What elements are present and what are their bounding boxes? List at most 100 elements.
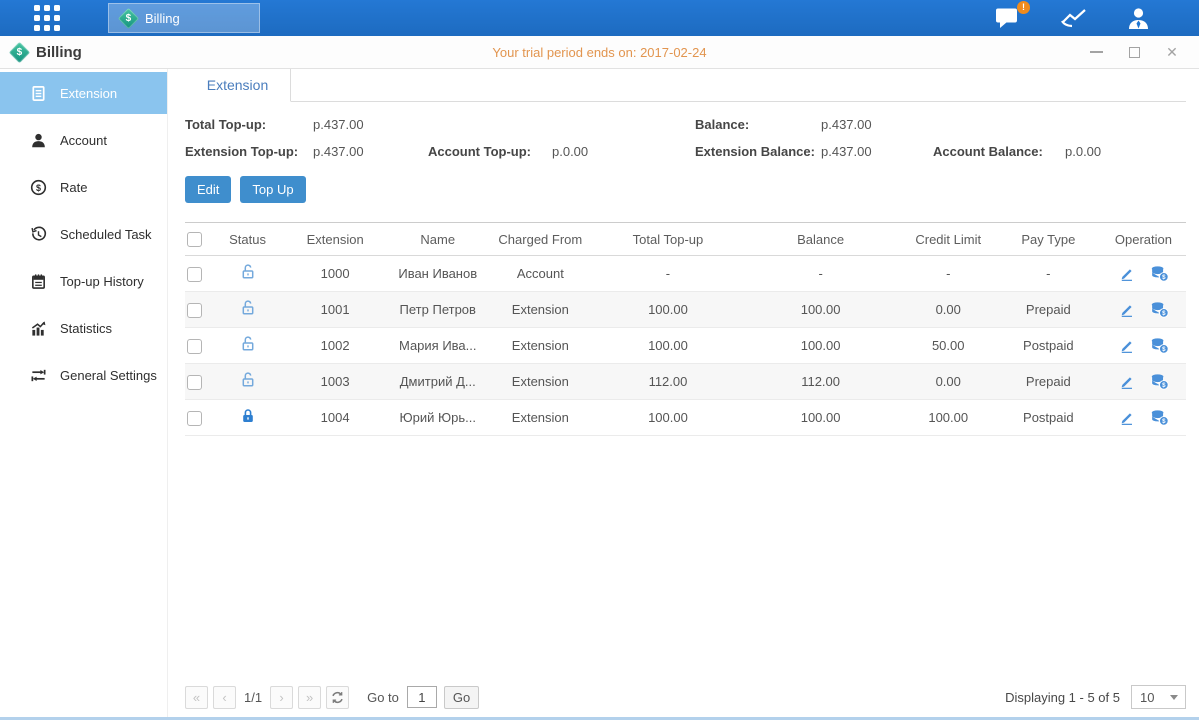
main-content: Extension Total Top-up: p.437.00 Extensi… [168, 69, 1199, 717]
edit-pencil-icon[interactable] [1118, 301, 1135, 318]
go-button[interactable]: Go [444, 686, 479, 709]
sidebar-item-label: Scheduled Task [60, 227, 152, 242]
navbar-right-icons: ! [995, 7, 1199, 30]
pagination-bar: « ‹ 1/1 › » Go to Go Displaying 1 - 5 of… [185, 684, 1186, 710]
topup-coins-icon[interactable]: $ [1150, 265, 1169, 282]
taskbar-tab-billing[interactable]: $ Billing [108, 3, 260, 33]
app-title: Billing [36, 44, 82, 61]
cell-extension: 1001 [280, 292, 390, 328]
total-topup-label: Total Top-up: [185, 117, 313, 132]
apps-grid-icon[interactable] [34, 5, 64, 31]
billing-app-window: $ Billing ! $ Billing Your trial period … [0, 0, 1199, 720]
notification-badge: ! [1017, 1, 1030, 14]
row-checkbox[interactable] [187, 267, 202, 282]
page-indicator: 1/1 [244, 690, 262, 705]
header-balance: Balance [741, 223, 901, 256]
edit-pencil-icon[interactable] [1118, 265, 1135, 282]
close-button[interactable]: ✕ [1165, 45, 1179, 59]
status-unlocked-icon [239, 335, 257, 353]
titlebar-left: $ Billing [0, 44, 82, 61]
topup-coins-icon[interactable]: $ [1150, 409, 1169, 426]
minimize-button[interactable] [1089, 45, 1103, 59]
account-balance-label: Account Balance: [933, 144, 1065, 159]
edit-pencil-icon[interactable] [1118, 337, 1135, 354]
svg-text:$: $ [1162, 310, 1166, 317]
extension-balance-value: p.437.00 [821, 144, 933, 159]
svg-text:$: $ [1162, 418, 1166, 425]
header-extension: Extension [280, 223, 390, 256]
sidebar-item-rate[interactable]: $ Rate [0, 166, 167, 208]
refresh-button[interactable] [326, 686, 349, 709]
topup-coins-icon[interactable]: $ [1150, 301, 1169, 318]
next-page-button[interactable]: › [270, 686, 293, 709]
header-charged-from: Charged From [485, 223, 595, 256]
chat-icon[interactable]: ! [995, 7, 1022, 30]
account-topup-label: Account Top-up: [428, 144, 552, 159]
last-page-button[interactable]: » [298, 686, 321, 709]
cell-balance: 100.00 [741, 400, 901, 436]
chart-icon[interactable] [1060, 7, 1088, 29]
row-checkbox[interactable] [187, 375, 202, 390]
billing-app-icon: $ [9, 41, 30, 62]
svg-text:$: $ [1162, 382, 1166, 389]
maximize-button[interactable] [1127, 45, 1141, 59]
select-all-checkbox[interactable] [187, 232, 202, 247]
sidebar-item-scheduled-task[interactable]: Scheduled Task [0, 213, 167, 255]
cell-credit-limit: 50.00 [901, 328, 996, 364]
cell-name: Дмитрий Д... [390, 364, 485, 400]
account-topup-value: p.0.00 [552, 144, 695, 159]
sidebar-item-statistics[interactable]: Statistics [0, 307, 167, 349]
edit-pencil-icon[interactable] [1118, 373, 1135, 390]
user-icon[interactable] [1126, 7, 1151, 30]
edit-pencil-icon[interactable] [1118, 409, 1135, 426]
window-titlebar: $ Billing Your trial period ends on: 201… [0, 36, 1199, 69]
top-navbar: $ Billing ! [0, 0, 1199, 36]
cell-charged-from: Extension [485, 328, 595, 364]
header-name: Name [390, 223, 485, 256]
status-unlocked-icon [239, 263, 257, 281]
cell-extension: 1002 [280, 328, 390, 364]
row-checkbox[interactable] [187, 339, 202, 354]
total-topup-value: p.437.00 [313, 117, 428, 132]
cell-pay-type: Prepaid [996, 292, 1101, 328]
topup-button[interactable]: Top Up [240, 176, 305, 203]
cell-name: Иван Иванов [390, 256, 485, 292]
cell-extension: 1000 [280, 256, 390, 292]
cell-balance: 100.00 [741, 328, 901, 364]
trial-notice: Your trial period ends on: 2017-02-24 [0, 45, 1199, 60]
extension-topup-value: p.437.00 [313, 144, 428, 159]
topup-history-icon [30, 273, 47, 290]
page-size-dropdown[interactable]: 10 [1131, 685, 1186, 709]
sidebar-item-general-settings[interactable]: General Settings [0, 354, 167, 396]
table-row: 1004 Юрий Юрь... Extension 100.00 100.00… [185, 400, 1186, 436]
extension-icon [30, 85, 47, 102]
sidebar-item-extension[interactable]: Extension [0, 72, 167, 114]
header-status: Status [215, 223, 280, 256]
summary-left: Total Top-up: p.437.00 Extension Top-up:… [185, 117, 695, 159]
cell-extension: 1003 [280, 364, 390, 400]
table-header-row: Status Extension Name Charged From Total… [185, 223, 1186, 256]
header-total-topup: Total Top-up [595, 223, 740, 256]
cell-balance: 100.00 [741, 292, 901, 328]
cell-total-topup: 100.00 [595, 292, 740, 328]
prev-page-button[interactable]: ‹ [213, 686, 236, 709]
sidebar-item-label: Account [60, 133, 107, 148]
chevron-down-icon [1170, 695, 1178, 700]
topup-coins-icon[interactable]: $ [1150, 373, 1169, 390]
row-checkbox[interactable] [187, 303, 202, 318]
sidebar-item-label: Top-up History [60, 274, 144, 289]
sidebar-item-topup-history[interactable]: Top-up History [0, 260, 167, 302]
topup-coins-icon[interactable]: $ [1150, 337, 1169, 354]
first-page-button[interactable]: « [185, 686, 208, 709]
edit-button[interactable]: Edit [185, 176, 231, 203]
page-size-value: 10 [1132, 690, 1170, 705]
cell-charged-from: Account [485, 256, 595, 292]
cell-name: Юрий Юрь... [390, 400, 485, 436]
sidebar-item-account[interactable]: Account [0, 119, 167, 161]
rate-icon: $ [30, 179, 47, 196]
tab-extension[interactable]: Extension [185, 69, 291, 102]
goto-page-input[interactable] [407, 686, 437, 708]
row-checkbox[interactable] [187, 411, 202, 426]
cell-credit-limit: 0.00 [901, 292, 996, 328]
table-row: 1000 Иван Иванов Account - - - - $ [185, 256, 1186, 292]
